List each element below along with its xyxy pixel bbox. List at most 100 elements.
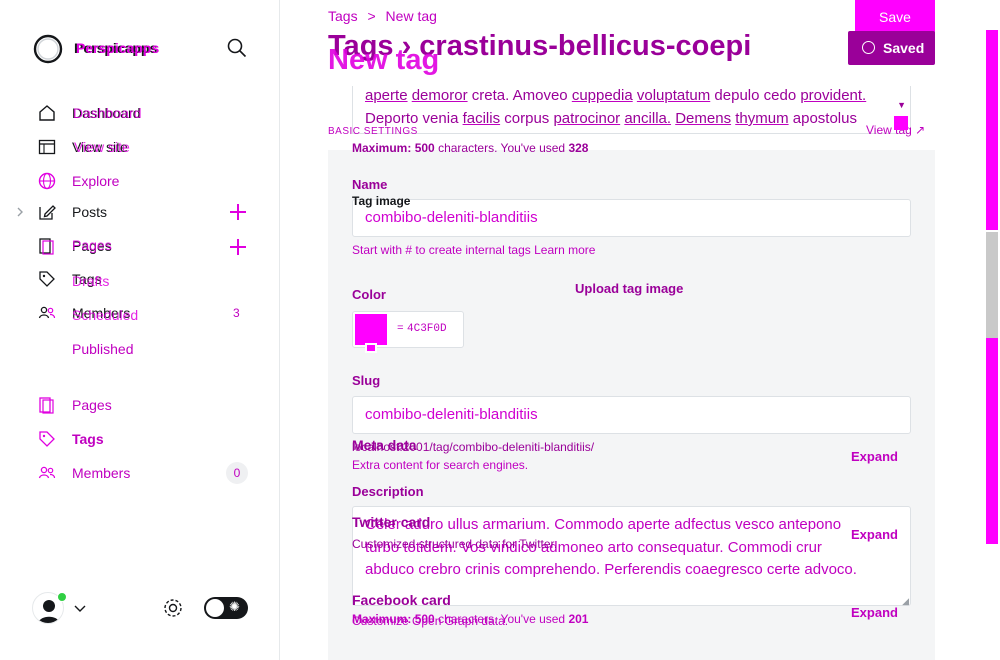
sidebar-item-dashboard[interactable]: Dashboard Dashboard [38, 102, 142, 124]
excerpt-line-1: aperte demoror creta. Amoveo cuppedia vo… [365, 87, 866, 104]
word: corpus [504, 110, 550, 127]
word: thymum [735, 110, 789, 127]
breadcrumb: Tags > New tag [328, 8, 437, 24]
count-used: 328 [568, 141, 589, 155]
name-input[interactable]: combibo-deleniti-blanditiis [352, 199, 911, 237]
count-used: 201 [568, 612, 589, 626]
posts-expand-chevron-icon[interactable] [14, 205, 26, 219]
word: aperte [365, 87, 408, 104]
tag-icon [38, 270, 56, 288]
theme-toggle[interactable]: ✺ [204, 597, 248, 619]
brand-name-overlay: Perspicapps [76, 40, 160, 56]
learn-more-link[interactable]: Learn more [534, 243, 595, 257]
online-status-dot [57, 592, 67, 602]
facebook-card-expand-button[interactable]: Expand [851, 605, 898, 620]
word: depulo [714, 87, 760, 104]
textarea-dropdown-triangle-icon[interactable]: ▼ [897, 100, 906, 110]
excerpt-char-count: Maximum: 500 characters. You've used 328 [352, 141, 588, 155]
description-textarea[interactable]: Celer aduro ullus armarium. Commodo aper… [352, 506, 911, 606]
sidebar-item-pages-secondary[interactable]: Pages [38, 394, 112, 416]
name-label: Name [352, 177, 388, 192]
sidebar: Perspicapps Perspicapps Dashboard Dashbo… [0, 0, 280, 660]
members-count-badge: 0 [226, 462, 248, 484]
home-icon [38, 104, 56, 122]
sidebar-item-published[interactable]: Published [72, 341, 134, 357]
sidebar-item-label: Pages [72, 397, 112, 413]
word: demoror [411, 87, 468, 104]
members-icon [38, 464, 56, 482]
save-button-label: Save [879, 9, 911, 25]
count-max: 500 [414, 141, 435, 155]
color-label: Color [352, 287, 386, 302]
word: Deporto [365, 110, 419, 127]
slug-label: Slug [352, 373, 381, 388]
word: cedo [763, 87, 797, 104]
sidebar-item-explore[interactable]: Explore [38, 170, 119, 192]
word: Amoveo [512, 87, 568, 104]
description-line-1: Celer aduro ullus armarium. Commodo aper… [365, 516, 842, 533]
word: provident. [800, 87, 867, 104]
sidebar-item-overlay: View site [74, 139, 130, 155]
scheduled-count-badge: 3 [233, 306, 240, 320]
color-prefix: = [397, 323, 404, 335]
sidebar-item-overlay: Dashboard [73, 105, 142, 121]
sidebar-item-members-secondary[interactable]: Members [38, 462, 130, 484]
saved-button-label: Saved [883, 40, 925, 56]
sidebar-item-pages[interactable]: Pages Pages [38, 235, 112, 257]
twitter-card-desc: Customized structured data for Twitter. [352, 537, 558, 551]
pages-icon [38, 237, 56, 255]
color-swatch[interactable] [355, 314, 387, 345]
external-link-icon: ↗ [915, 123, 926, 137]
sun-icon: ✺ [229, 599, 240, 614]
scrollbar-thumb[interactable] [986, 30, 998, 230]
view-tag-marker [894, 116, 908, 130]
color-swatch-marker [365, 343, 377, 353]
browser-icon [38, 138, 56, 156]
settings-gear-icon[interactable] [162, 597, 184, 619]
globe-icon [38, 172, 56, 190]
slug-input-value: combibo-deleniti-blanditiis [365, 406, 538, 423]
new-page-plus-icon[interactable] [229, 238, 247, 256]
description-label: Description [352, 484, 424, 499]
user-menu-chevron-down-icon[interactable] [73, 602, 87, 614]
count-used-label: characters. You've used [438, 141, 566, 155]
breadcrumb-parent[interactable]: Tags [328, 8, 358, 24]
sidebar-item-posts[interactable]: Posts [38, 201, 107, 223]
word: venia [422, 110, 459, 127]
description-line-3: abduco crebro crinis comprehendo. Perfer… [365, 561, 857, 578]
search-icon[interactable] [227, 38, 247, 58]
meta-data-label: Meta data [352, 437, 417, 453]
sidebar-item-members[interactable]: Members Scheduled [38, 302, 138, 324]
members-icon [38, 304, 56, 322]
new-post-plus-icon[interactable] [229, 203, 247, 221]
save-button[interactable]: Save [855, 0, 935, 34]
excerpt-textarea[interactable]: aperte demoror creta. Amoveo cuppedia vo… [352, 86, 911, 134]
scrollbar-thumb-lower[interactable] [986, 338, 998, 544]
slug-input[interactable]: combibo-deleniti-blanditiis [352, 396, 911, 434]
word: facilis [462, 110, 501, 127]
name-input-value: combibo-deleniti-blanditiis [365, 209, 538, 226]
meta-data-expand-button[interactable]: Expand [851, 449, 898, 464]
count-max-label: Maximum: [352, 141, 412, 155]
brand-logo-icon[interactable] [33, 34, 63, 64]
basic-settings-heading: BASIC SETTINGS [328, 126, 418, 137]
upload-tag-image-button[interactable]: Upload tag image [575, 281, 683, 296]
page-title-overlay: New tag [328, 44, 440, 76]
breadcrumb-separator: > [367, 8, 376, 24]
sidebar-item-view-site[interactable]: View site View site [38, 136, 130, 158]
pencil-icon [38, 203, 56, 221]
facebook-card-desc: Customize Open Graph data. [352, 614, 509, 628]
sidebar-item-tags-secondary[interactable]: Tags [38, 428, 104, 450]
scrollbar-thumb-secondary[interactable] [986, 232, 998, 338]
color-hex-value: 4C3F0D [407, 323, 447, 335]
twitter-card-label: Twitter card [352, 514, 431, 530]
saved-button[interactable]: Saved [848, 31, 935, 65]
breadcrumb-current: New tag [385, 8, 437, 24]
sidebar-item-tags[interactable]: Tags Drafts [38, 268, 109, 290]
sidebar-item-overlay: Pages [72, 237, 112, 253]
word: voluptatum [636, 87, 711, 104]
resize-handle-icon[interactable]: ◢ [902, 596, 909, 607]
twitter-card-expand-button[interactable]: Expand [851, 527, 898, 542]
members-count: 0 [233, 466, 241, 480]
meta-data-desc: Extra content for search engines. [352, 458, 529, 472]
